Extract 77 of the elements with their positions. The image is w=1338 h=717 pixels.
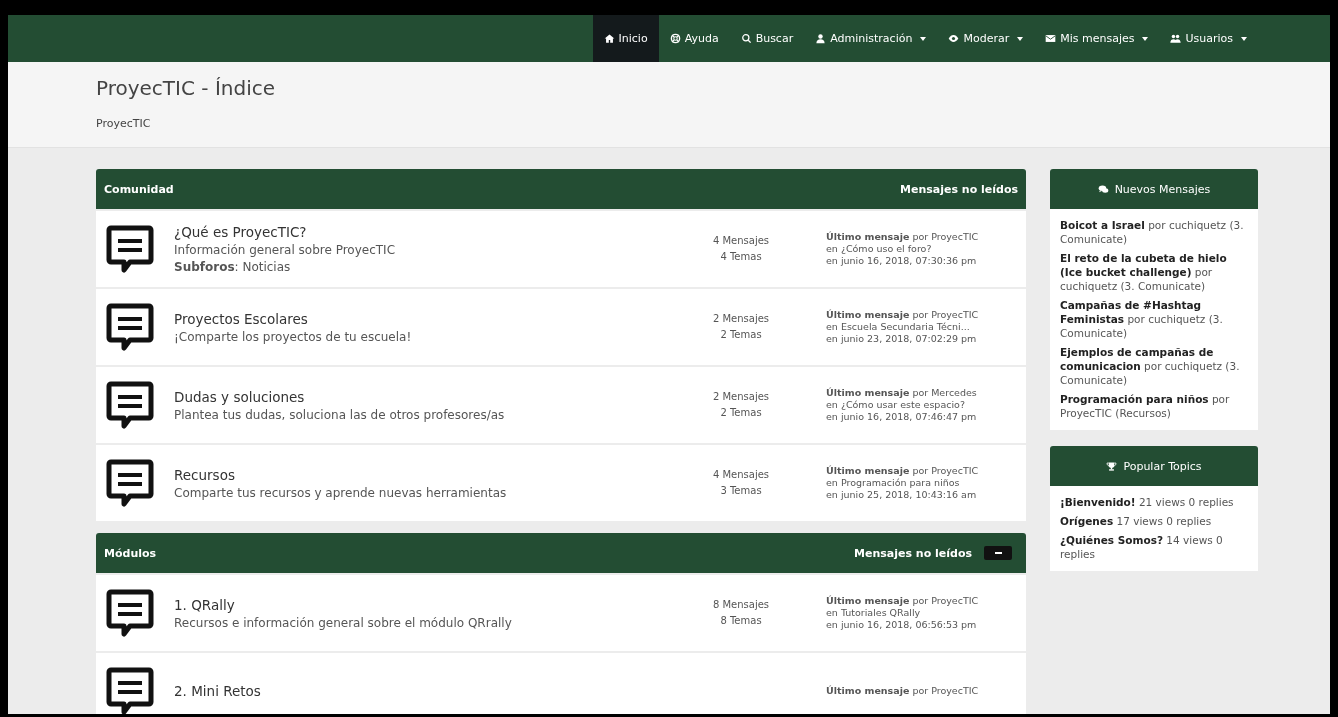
topics-count: 8 Temas <box>719 614 763 628</box>
lifebuoy-icon <box>669 33 681 44</box>
page-title: ProyecTIC - Índice <box>96 76 276 100</box>
subboards-text: Subforos: Noticias <box>174 260 292 274</box>
panel-title: Nuevos Mensajes <box>1114 182 1211 196</box>
board-title[interactable]: Recursos <box>174 466 686 483</box>
category-title[interactable]: Módulos <box>104 546 157 560</box>
topics-count: 2 Temas <box>719 328 763 342</box>
collapse-button[interactable] <box>984 546 1012 560</box>
posts-count: 2 Mensajes <box>711 312 771 326</box>
last-post-text: en Programación para niños <box>826 477 961 489</box>
nav-menu-item[interactable]: Ayuda <box>658 15 730 62</box>
nav-menu-item[interactable]: Inicio <box>592 15 659 62</box>
last-post-text: en ¿Cómo usar este espacio? <box>826 399 966 411</box>
last-post-text: en junio 16, 2018, 06:56:53 pm <box>826 619 978 631</box>
board-description: Plantea tus dudas, soluciona las de otros profesores/as <box>174 407 506 422</box>
speech-bubble-icon <box>106 458 154 508</box>
board-description: ¡Comparte los proyectos de tu escuela! <box>174 329 413 344</box>
panel-title: Popular Topics <box>1123 459 1202 473</box>
board-title[interactable]: Proyectos Escolares <box>174 310 686 327</box>
breadcrumb-link[interactable]: ProyecTIC <box>96 117 151 130</box>
last-post-text: Último mensaje por Mercedes <box>826 387 978 399</box>
last-post-text: en junio 16, 2018, 07:46:47 pm <box>826 411 978 423</box>
last-post-text: Último mensaje por ProyecTIC <box>826 309 980 321</box>
speech-bubble-icon <box>106 666 154 714</box>
posts-count: 2 Mensajes <box>711 390 771 404</box>
nav-menu-item[interactable]: Usuarios <box>1159 15 1258 62</box>
topic-link[interactable]: Ejemplos de campañas de comunicacion por cuchiquetz (3. Comunicate) <box>1060 345 1248 387</box>
users-icon <box>1170 33 1182 44</box>
posts-count: 4 Mensajes <box>711 468 771 482</box>
last-post-text: Último mensaje por ProyecTIC <box>826 685 980 697</box>
envelope-icon <box>1045 33 1057 44</box>
speech-bubble-icon <box>106 380 154 430</box>
unread-messages-link[interactable]: Mensajes no leídos <box>854 546 972 560</box>
category-title[interactable]: Comunidad <box>104 182 174 196</box>
nav-menu-item[interactable]: Mis mensajes <box>1034 15 1160 62</box>
last-post-text: en junio 23, 2018, 07:02:29 pm <box>826 333 978 345</box>
search-icon <box>740 33 752 44</box>
posts-count: 4 Mensajes <box>711 234 771 248</box>
posts-count: 8 Mensajes <box>711 598 771 612</box>
topic-link[interactable]: Boicot a Israel por cuchiquetz (3. Comunicate) <box>1060 218 1248 246</box>
board-title[interactable]: 1. QRally <box>174 596 686 613</box>
topic-link[interactable]: ¿Quiénes Somos? 14 views 0 replies <box>1060 533 1248 561</box>
eye-icon <box>948 33 960 44</box>
nav-menu-item[interactable]: Buscar <box>729 15 805 62</box>
speech-bubble-icon <box>106 588 154 638</box>
home-icon <box>603 33 615 44</box>
speech-bubble-icon <box>106 302 154 352</box>
topic-link[interactable]: Campañas de #Hashtag Feministas por cuchiquetz (3. Comunicate) <box>1060 298 1248 340</box>
topic-link[interactable]: Orígenes 17 views 0 replies <box>1060 514 1248 528</box>
board-description: Recursos e información general sobre el módulo QRrally <box>174 615 513 630</box>
board-title[interactable]: 2. Mini Retos <box>174 683 686 699</box>
speech-bubbles-icon <box>1097 183 1109 195</box>
last-post-text: en Escuela Secundaria Técni... <box>826 321 971 333</box>
topics-count: 2 Temas <box>719 406 763 420</box>
user-icon <box>815 33 827 44</box>
topics-count: 4 Temas <box>719 250 763 264</box>
board-title[interactable]: Dudas y soluciones <box>174 388 686 405</box>
last-post-text: en ¿Cómo uso el foro? <box>826 243 933 255</box>
speech-bubble-icon <box>106 224 154 274</box>
nav-menu-item[interactable]: Moderar <box>937 15 1035 62</box>
unread-messages-link[interactable]: Mensajes no leídos <box>900 182 1018 196</box>
trophy-icon <box>1106 460 1118 472</box>
last-post-text: Último mensaje por ProyecTIC <box>826 465 980 477</box>
topics-count: 3 Temas <box>719 484 763 498</box>
board-description: Información general sobre ProyecTIC <box>174 243 397 257</box>
topic-link[interactable]: ¡Bienvenido! 21 views 0 replies <box>1060 495 1248 509</box>
last-post-text: Último mensaje por ProyecTIC <box>826 231 980 243</box>
last-post-text: en Tutoriales QRally <box>826 607 922 619</box>
last-post-text: en junio 16, 2018, 07:30:36 pm <box>826 255 978 267</box>
board-description: Comparte tus recursos y aprende nuevas herramientas <box>174 485 508 500</box>
last-post-text: Último mensaje por ProyecTIC <box>826 595 980 607</box>
topic-link[interactable]: El reto de la cubeta de hielo (Ice bucket challenge) por cuchiquetz (3. Comunicate) <box>1060 251 1248 293</box>
board-title[interactable]: ¿Qué es ProyecTIC? <box>174 224 686 240</box>
nav-menu-item[interactable]: Administración <box>804 15 938 62</box>
last-post-text: en junio 25, 2018, 10:43:16 am <box>826 489 978 501</box>
topic-link[interactable]: Programación para niños por ProyecTIC (Recursos) <box>1060 392 1248 420</box>
